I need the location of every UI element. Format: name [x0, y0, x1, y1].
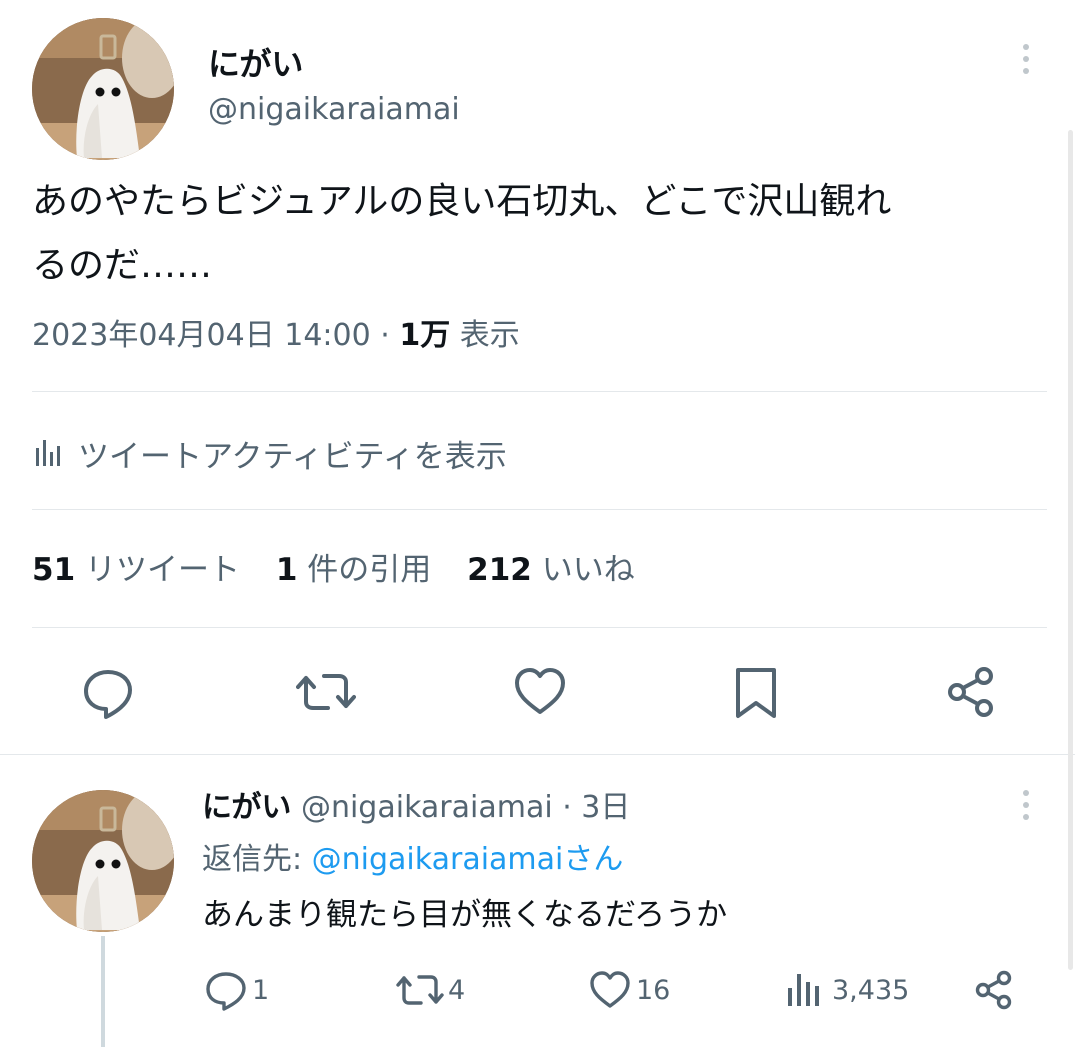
bookmark-icon [736, 668, 776, 718]
views-label: 表示 [459, 318, 520, 353]
views-count: 3,435 [832, 974, 910, 1006]
reply-time[interactable]: · 3日 [562, 790, 630, 825]
display-name[interactable]: にがい [208, 42, 303, 86]
retweets-count: 51 [32, 552, 76, 588]
reply-text: あんまり観たら目が無くなるだろうか [202, 897, 728, 933]
views-count: 1万 [399, 318, 451, 353]
retweet-button[interactable] [296, 664, 356, 720]
tweet-meta: 2023年04月04日 14:00 · 1万 表示 [32, 314, 520, 358]
divider [32, 627, 1047, 628]
reply-header: にがい @nigaikaraiamai · 3日 [202, 786, 630, 830]
reply-button[interactable] [80, 664, 136, 720]
bar-chart-icon [788, 974, 819, 1006]
retweets-stat[interactable]: 51 リツイート [32, 552, 250, 588]
quotes-count: 1 [275, 552, 298, 588]
bookmark-button[interactable] [730, 664, 782, 720]
quotes-label: 件の引用 [307, 552, 432, 588]
share-button[interactable] [944, 664, 998, 720]
reply-to-link[interactable]: @nigaikaraiamaiさん [312, 842, 624, 877]
retweets-label: リツイート [85, 552, 240, 588]
reply-to-prefix: 返信先: [202, 842, 303, 877]
reply-reply-button[interactable]: 1 [204, 968, 269, 1012]
section-divider [0, 754, 1075, 755]
speech-bubble-icon [206, 972, 246, 1011]
likes-count: 212 [467, 552, 532, 588]
more-vertical-icon[interactable] [1022, 790, 1030, 820]
timestamp[interactable]: 2023年04月04日 14:00 [32, 318, 371, 353]
retweet-arrows-icon [396, 975, 444, 1005]
tweet-activity-label: ツイートアクティビティを表示 [78, 438, 507, 475]
retweet-count: 4 [448, 974, 466, 1006]
tweet-stats: 51 リツイート 1 件の引用 212 いいね [32, 548, 635, 592]
quotes-stat[interactable]: 1 件の引用 [276, 552, 441, 588]
reply-share-button[interactable] [972, 968, 1016, 1016]
speech-bubble-icon [84, 670, 132, 719]
avatar[interactable] [32, 18, 174, 160]
bar-chart-icon [32, 438, 64, 468]
like-button[interactable] [512, 664, 568, 720]
reply-views-button[interactable]: 3,435 [784, 968, 909, 1012]
likes-stat[interactable]: 212 いいね [467, 552, 635, 588]
scrollbar[interactable] [1068, 130, 1073, 970]
divider [32, 391, 1047, 392]
share-icon [948, 667, 993, 717]
retweet-arrows-icon [296, 674, 356, 710]
tweet-text-line-2: るのだ…… [32, 245, 213, 286]
like-count: 16 [636, 974, 671, 1006]
reply-count: 1 [252, 974, 270, 1006]
meta-separator: · [380, 318, 390, 353]
user-handle[interactable]: @nigaikaraiamai [208, 90, 460, 130]
reply-avatar[interactable] [32, 790, 174, 932]
reply-to: 返信先: @nigaikaraiamaiさん [202, 838, 623, 882]
likes-label: いいね [541, 552, 635, 588]
heart-icon [590, 971, 630, 1008]
reply-like-button[interactable]: 16 [588, 968, 670, 1012]
heart-icon [515, 668, 565, 714]
reply-display-name[interactable]: にがい [202, 790, 291, 825]
share-icon [975, 970, 1012, 1010]
reply-retweet-button[interactable]: 4 [396, 968, 465, 1012]
reply-handle[interactable]: @nigaikaraiamai [301, 790, 553, 825]
tweet-activity-link[interactable]: ツイートアクティビティを表示 [32, 430, 507, 476]
more-vertical-icon[interactable] [1022, 44, 1030, 74]
tweet-text-line-1: あのやたらビジュアルの良い石切丸、どこで沢山観れ [32, 181, 892, 222]
thread-line [101, 936, 105, 1047]
divider [32, 509, 1047, 510]
